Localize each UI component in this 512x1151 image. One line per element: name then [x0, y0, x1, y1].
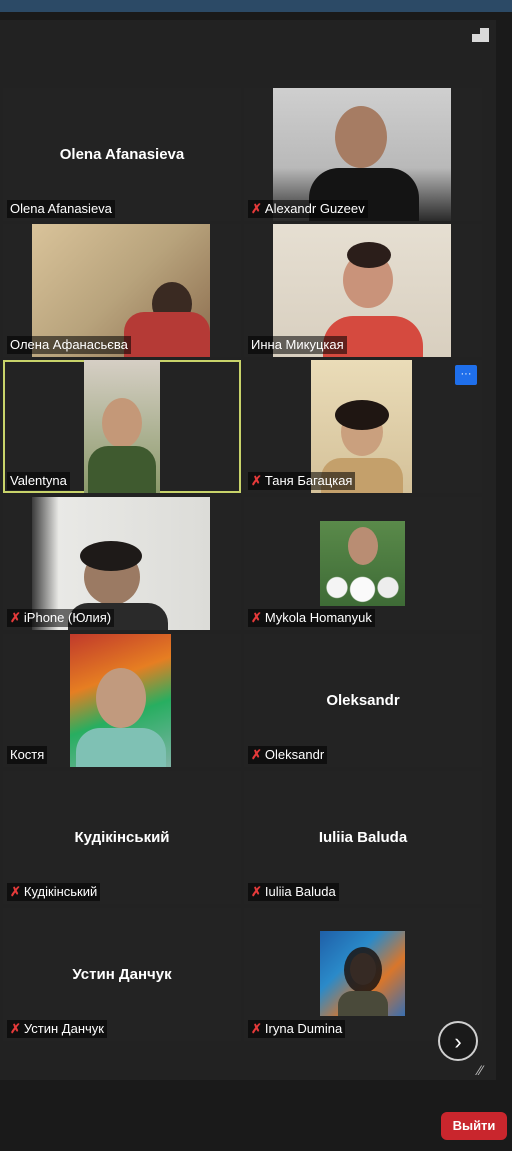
leave-meeting-button[interactable]: Выйти [441, 1112, 507, 1140]
participant-tile[interactable]: ✗ Alexandr Guzeev [244, 88, 482, 221]
body-image [124, 312, 210, 357]
video-feed [320, 521, 405, 606]
chevron-right-icon: › [454, 1029, 462, 1054]
participant-label: ✗ Alexandr Guzeev [248, 200, 368, 218]
participant-center-name: Olena Afanasieva [59, 146, 185, 163]
face-image [335, 106, 387, 168]
body-image [338, 991, 388, 1016]
hair-image [335, 400, 389, 430]
face-image [348, 527, 378, 565]
participant-name: Олена Афанасьєва [10, 337, 128, 352]
video-feed [84, 360, 160, 493]
participant-tile[interactable]: Олена Афанасьєва [3, 224, 241, 357]
window-top-bar [0, 0, 512, 12]
gallery-view-icon[interactable] [472, 28, 489, 42]
participant-center-name: Устин Данчук [72, 966, 172, 983]
participant-tile[interactable]: ✗ iPhone (Юлия) [3, 497, 241, 630]
body-image [76, 728, 166, 767]
mic-muted-icon: ✗ [10, 1021, 21, 1036]
participant-name: Таня Багацкая [264, 473, 353, 488]
participant-center-name: Iuliia Baluda [318, 829, 408, 846]
video-feed [320, 931, 405, 1016]
participant-name: Alexandr Guzeev [264, 201, 365, 216]
face-image [96, 668, 146, 728]
participant-label: ✗ Oleksandr [248, 746, 328, 764]
flowers-image [320, 569, 405, 606]
participant-label: ✗ iPhone (Юлия) [7, 609, 115, 627]
participant-tile[interactable]: Костя [3, 634, 241, 767]
resize-handle-icon[interactable]: ⁄⁄ [478, 1062, 483, 1078]
participant-label: ✗ Mykola Homanyuk [248, 609, 375, 627]
participant-name: Olena Afanasieva [10, 201, 112, 216]
hair-image [80, 541, 142, 571]
participant-tile[interactable]: Olena Afanasieva Olena Afanasieva [3, 88, 241, 221]
participant-name: Oleksandr [264, 747, 325, 762]
participant-label: Костя [7, 746, 48, 764]
participant-tile[interactable]: ✗ Mykola Homanyuk [244, 497, 482, 630]
video-feed [70, 634, 171, 767]
hair-image [344, 947, 382, 993]
participant-name: Инна Микуцкая [251, 337, 344, 352]
participant-name: Устин Данчук [23, 1021, 104, 1036]
hair-image [347, 242, 391, 268]
participant-tile[interactable]: ✗ Iryna Dumina [244, 908, 482, 1041]
next-page-button[interactable]: › [438, 1021, 478, 1061]
participant-name: Кудікінський [23, 884, 98, 899]
body-image [88, 446, 156, 493]
mic-muted-icon: ✗ [10, 610, 21, 625]
participant-label: Инна Микуцкая [248, 336, 347, 354]
participant-tile-active-speaker[interactable]: Valentyna [3, 360, 241, 493]
participant-name: Valentyna [10, 473, 67, 488]
participant-label: ✗ Кудікінський [7, 883, 101, 901]
participant-tile[interactable]: Инна Микуцкая [244, 224, 482, 357]
participant-tile[interactable]: Iuliia Baluda ✗ Iuliia Baluda [244, 771, 482, 904]
participant-center-name: Кудікінський [74, 829, 170, 846]
participant-tile[interactable]: ✗ Таня Багацкая [244, 360, 482, 493]
participant-name: Iryna Dumina [264, 1021, 343, 1036]
participant-tile[interactable]: Oleksandr ✗ Oleksandr [244, 634, 482, 767]
participant-label: ✗ Устин Данчук [7, 1020, 107, 1038]
mic-muted-icon: ✗ [10, 884, 21, 899]
participant-label: ✗ Iryna Dumina [248, 1020, 346, 1038]
participant-label: Olena Afanasieva [7, 200, 115, 218]
mic-muted-icon: ✗ [251, 473, 262, 488]
mic-muted-icon: ✗ [251, 884, 262, 899]
participant-label: ✗ Iuliia Baluda [248, 883, 339, 901]
mic-muted-icon: ✗ [251, 1021, 262, 1036]
mic-muted-icon: ✗ [251, 747, 262, 762]
participant-tile[interactable]: Кудікінський ✗ Кудікінський [3, 771, 241, 904]
participant-name: iPhone (Юлия) [23, 610, 112, 625]
mic-muted-icon: ✗ [251, 610, 262, 625]
participant-name: Mykola Homanyuk [264, 610, 372, 625]
participant-tile[interactable]: Устин Данчук ✗ Устин Данчук [3, 908, 241, 1041]
more-options-button[interactable]: ··· [455, 365, 477, 385]
participant-label: ✗ Таня Багацкая [248, 472, 356, 490]
participant-label: Valentyna [7, 472, 70, 490]
participant-name: Iuliia Baluda [264, 884, 336, 899]
face-image [102, 398, 142, 448]
mic-muted-icon: ✗ [251, 201, 262, 216]
participant-center-name: Oleksandr [326, 692, 400, 709]
participant-label: Олена Афанасьєва [7, 336, 131, 354]
participant-name: Костя [10, 747, 45, 762]
